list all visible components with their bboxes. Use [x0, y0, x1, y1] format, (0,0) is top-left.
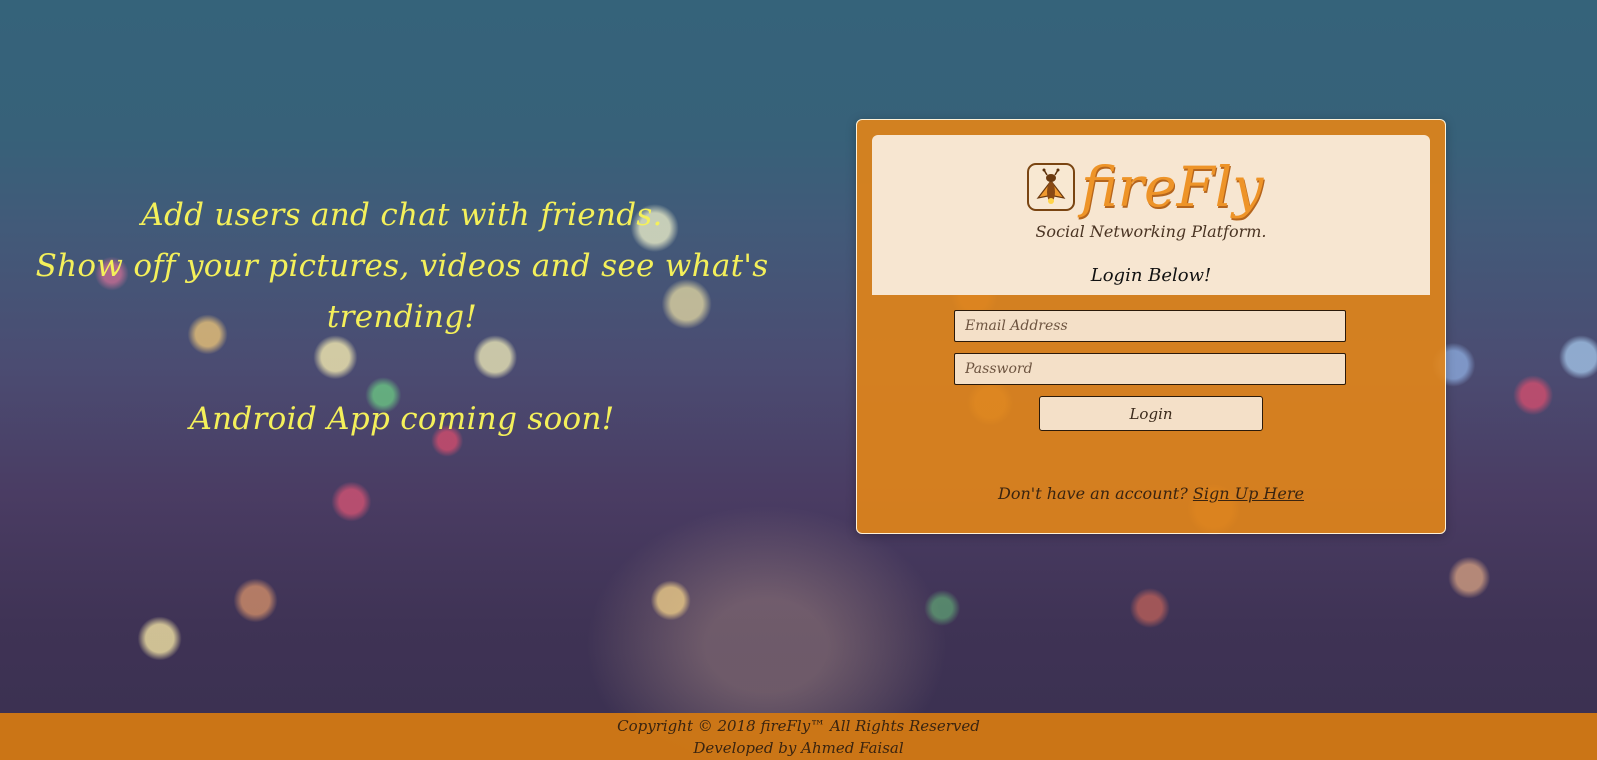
brand: fireFly [1027, 159, 1263, 215]
login-heading: Login Below! [1090, 265, 1212, 286]
signup-row: Don't have an account? Sign Up Here [857, 484, 1445, 503]
login-card: fireFly Social Networking Platform. Logi… [856, 119, 1446, 534]
firefly-logo-icon [1027, 163, 1075, 211]
brand-name: fireFly [1081, 154, 1264, 219]
login-button[interactable]: Login [1039, 396, 1263, 431]
hero-line-users: Add users and chat with friends. [141, 197, 663, 233]
password-field[interactable] [954, 353, 1346, 385]
footer-developer: Developed by Ahmed Faisal [693, 739, 904, 757]
email-field[interactable] [954, 310, 1346, 342]
login-card-header: fireFly Social Networking Platform. Logi… [872, 135, 1430, 295]
tagline: Social Networking Platform. [1035, 222, 1267, 241]
footer: Copyright © 2018 fireFly™ All Rights Res… [0, 713, 1597, 760]
hero-line-pictures: Show off your pictures, videos and see w… [35, 248, 769, 335]
signup-prompt: Don't have an account? [998, 484, 1188, 503]
hero-text: Add users and chat with friends. Show of… [22, 190, 782, 445]
hero-line-android: Android App coming soon! [189, 401, 615, 437]
signup-link[interactable]: Sign Up Here [1193, 484, 1304, 503]
footer-copyright: Copyright © 2018 fireFly™ All Rights Res… [617, 717, 980, 735]
hero-spacer [22, 343, 782, 394]
